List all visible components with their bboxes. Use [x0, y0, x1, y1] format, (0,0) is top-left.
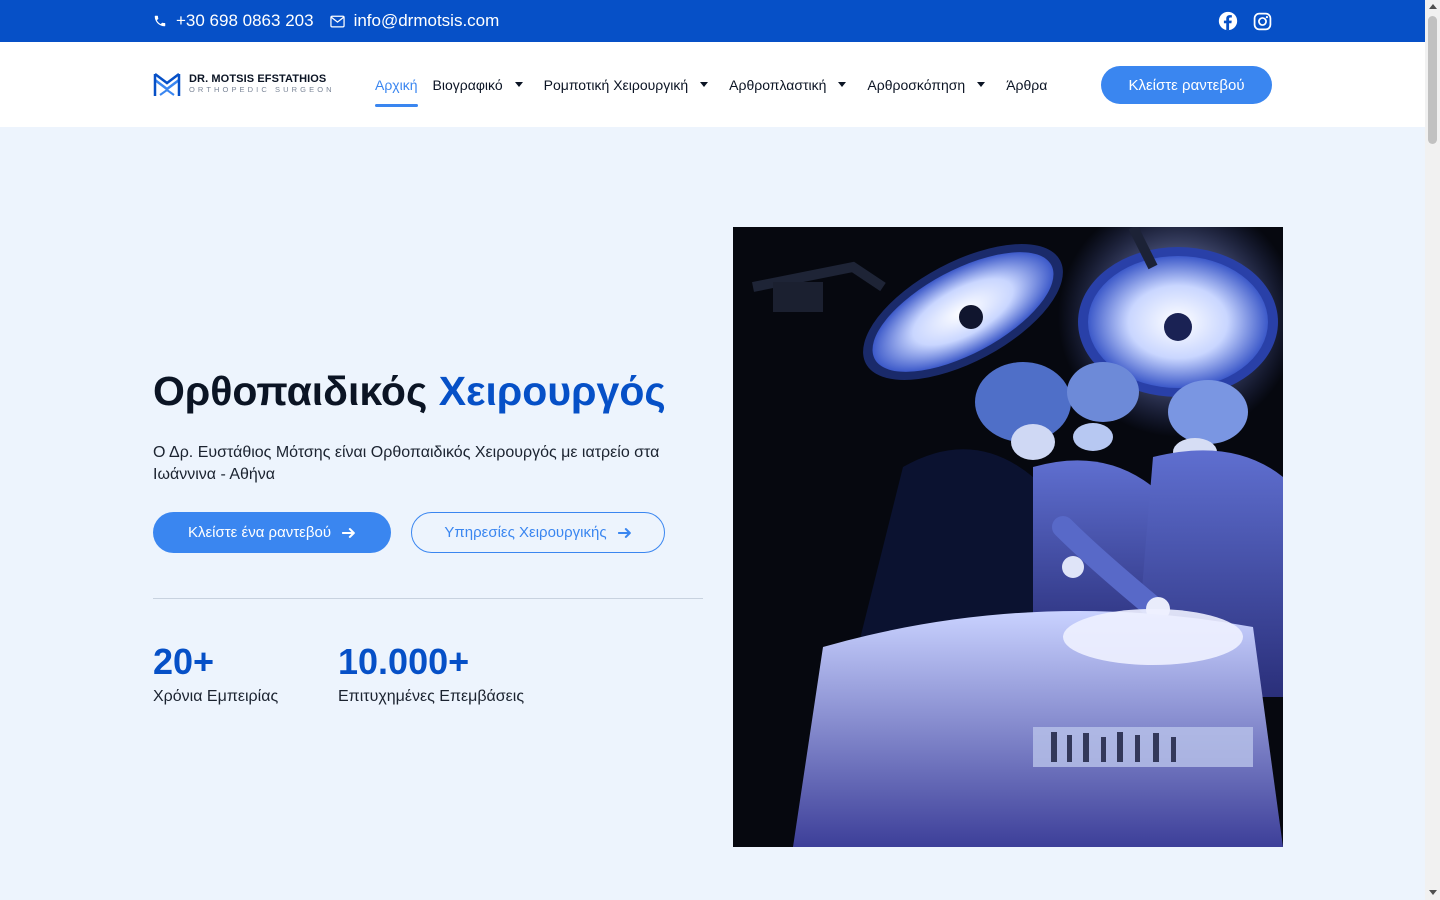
stat-label: Χρόνια Εμπειρίας [153, 688, 279, 705]
email-address: info@drmotsis.com [353, 11, 500, 30]
top-contact-bar: +30 698 0863 203 info@drmotsis.com [0, 0, 1425, 42]
nav-label: Αρθροπλαστική [729, 76, 827, 93]
phone-number: +30 698 0863 203 [176, 11, 314, 30]
nav-item-arthroplasty[interactable]: Αρθροπλαστική [729, 42, 852, 127]
hero-title-main: Ορθοπαιδικός [153, 368, 428, 414]
main-nav: Αρχική Βιογραφικό Ρομποτική Χειρουργική … [375, 42, 1062, 127]
arrow-right-icon [617, 527, 631, 538]
caret-down-icon [514, 82, 523, 87]
stat-number: 20+ [153, 641, 215, 682]
mail-icon [329, 15, 345, 27]
logo-mark-icon [153, 73, 181, 96]
logo-name: DR. MOTSIS EFSTATHIOS [189, 73, 327, 85]
surgery-services-button[interactable]: Υπηρεσίες Χειρουργικής [411, 512, 665, 553]
scrollbar-thumb[interactable] [1428, 16, 1437, 144]
book-appointment-button[interactable]: Κλείστε ραντεβού [1101, 66, 1272, 104]
nav-item-biography[interactable]: Βιογραφικό [433, 42, 529, 127]
nav-item-robotic-surgery[interactable]: Ρομποτική Χειρουργική [544, 42, 715, 127]
scroll-down-arrow-icon[interactable] [1429, 890, 1437, 895]
contact-info: +30 698 0863 203 info@drmotsis.com [153, 0, 515, 42]
nav-label: Αρχική [375, 76, 418, 93]
nav-item-home[interactable]: Αρχική [375, 42, 418, 127]
stat-surgeries: 10.000+ Επιτυχημένες Επεμβάσεις [338, 642, 524, 706]
instagram-icon[interactable] [1253, 12, 1272, 31]
social-links [1203, 0, 1272, 42]
hero-description: Ο Δρ. Ευστάθιος Μότσης είναι Ορθοπαιδικό… [153, 444, 660, 483]
stat-label: Επιτυχημένες Επεμβάσεις [338, 688, 525, 705]
page-scrollbar[interactable] [1425, 0, 1440, 900]
nav-item-arthroscopy[interactable]: Αρθροσκόπηση [867, 42, 991, 127]
phone-link[interactable]: +30 698 0863 203 [153, 11, 314, 31]
phone-icon [154, 15, 166, 27]
button-label: Υπηρεσίες Χειρουργικής [444, 524, 607, 541]
stat-number: 10.000+ [338, 641, 470, 682]
nav-label: Άρθρα [1006, 76, 1048, 93]
nav-item-articles[interactable]: Άρθρα [1006, 42, 1047, 127]
scroll-up-arrow-icon[interactable] [1429, 4, 1437, 9]
caret-down-icon [977, 82, 986, 87]
main-header: DR. MOTSIS EFSTATHIOS ORTHOPEDIC SURGEON… [0, 42, 1425, 127]
surgery-team-image [733, 227, 1283, 847]
hero-divider [153, 598, 703, 599]
hero-title: Ορθοπαιδικός Χειρουργός [153, 368, 666, 415]
caret-down-icon [838, 82, 847, 87]
arrow-right-icon [342, 527, 355, 538]
nav-label: Ρομποτική Χειρουργική [543, 76, 689, 93]
facebook-icon[interactable] [1218, 11, 1238, 31]
stat-experience: 20+ Χρόνια Εμπειρίας [153, 642, 278, 706]
hero-title-accent: Χειρουργός [438, 368, 666, 414]
logo-subtitle: ORTHOPEDIC SURGEON [189, 85, 335, 94]
nav-label: Βιογραφικό [432, 76, 503, 93]
nav-label: Αρθροσκόπηση [867, 76, 966, 93]
site-logo[interactable]: DR. MOTSIS EFSTATHIOS ORTHOPEDIC SURGEON [153, 70, 335, 98]
button-label: Κλείστε ένα ραντεβού [187, 524, 332, 541]
caret-down-icon [700, 82, 709, 87]
book-appointment-hero-button[interactable]: Κλείστε ένα ραντεβού [153, 512, 391, 553]
email-link[interactable]: info@drmotsis.com [329, 11, 500, 31]
